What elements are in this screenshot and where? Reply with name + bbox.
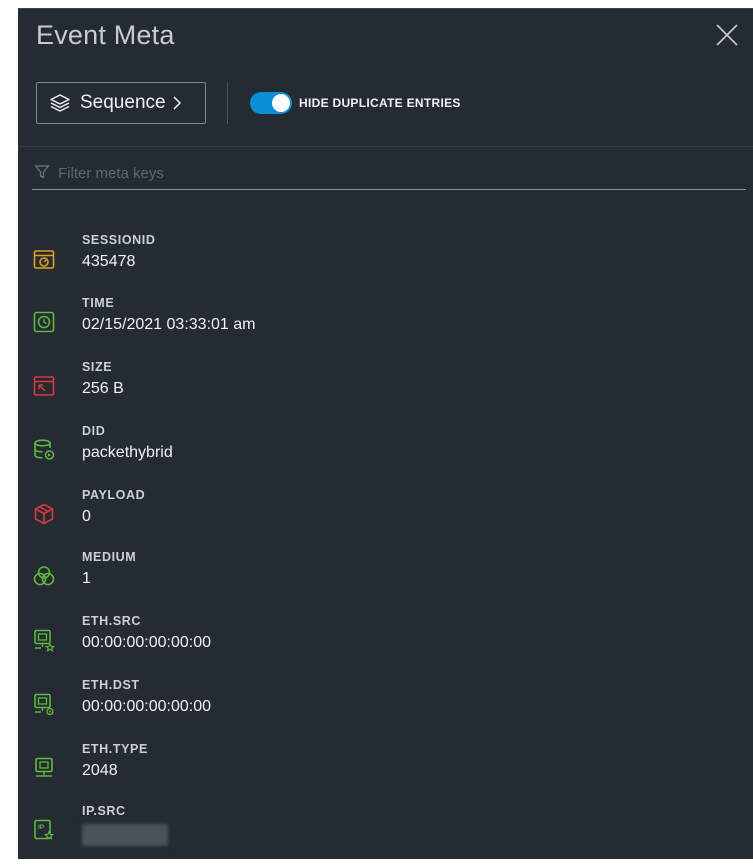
ip-source-icon: IP xyxy=(34,819,55,840)
meta-item-size[interactable]: SIZE 256 B xyxy=(18,360,753,420)
meta-value-redacted xyxy=(82,824,168,846)
meta-key: SESSIONID xyxy=(82,233,156,247)
meta-item-sessionid[interactable]: SESSIONID 435478 xyxy=(18,233,753,293)
meta-key: IP.SRC xyxy=(82,804,126,818)
meta-value: 00:00:00:00:00:00 xyxy=(82,698,212,715)
meta-item-time[interactable]: TIME 02/15/2021 03:33:01 am xyxy=(18,296,753,356)
event-meta-panel: Event Meta Sequence HIDE DUPLICATE ENTRI… xyxy=(18,8,753,859)
meta-key: TIME xyxy=(82,296,115,310)
meta-key: MEDIUM xyxy=(82,550,137,564)
svg-text:IP: IP xyxy=(38,824,45,831)
meta-item-ip-src[interactable]: IP IP.SRC xyxy=(18,804,753,864)
meta-list: SESSIONID 435478 TIME 02/15/2021 03:33:0… xyxy=(18,8,753,859)
meta-value: 02/15/2021 03:33:01 am xyxy=(82,316,256,333)
meta-value: 256 B xyxy=(82,380,124,397)
meta-value: packethybrid xyxy=(82,444,173,461)
meta-key: ETH.DST xyxy=(82,678,140,692)
meta-item-medium[interactable]: MEDIUM 1 xyxy=(18,550,753,610)
ethernet-source-icon xyxy=(34,629,56,652)
meta-value: 00:00:00:00:00:00 xyxy=(82,634,212,651)
meta-value: 435478 xyxy=(82,253,136,270)
meta-value: 2048 xyxy=(82,762,118,779)
meta-value: 0 xyxy=(82,508,91,525)
meta-value: 1 xyxy=(82,570,91,587)
meta-key: ETH.TYPE xyxy=(82,742,148,756)
meta-item-eth-dst[interactable]: ETH.DST 00:00:00:00:00:00 xyxy=(18,678,753,738)
meta-item-payload[interactable]: PAYLOAD 0 xyxy=(18,488,753,548)
meta-item-eth-src[interactable]: ETH.SRC 00:00:00:00:00:00 xyxy=(18,614,753,674)
clock-icon xyxy=(33,311,55,333)
meta-key: DID xyxy=(82,424,106,438)
session-id-icon xyxy=(33,250,55,269)
meta-key: PAYLOAD xyxy=(82,488,146,502)
meta-item-did[interactable]: DID packethybrid xyxy=(18,424,753,484)
cube-icon xyxy=(34,503,54,525)
venn-icon xyxy=(33,566,55,586)
meta-key: SIZE xyxy=(82,360,113,374)
meta-item-eth-type[interactable]: ETH.TYPE 2048 xyxy=(18,742,753,802)
meta-key: ETH.SRC xyxy=(82,614,142,628)
ethernet-type-icon xyxy=(35,757,53,777)
ethernet-destination-icon xyxy=(34,693,54,716)
size-icon xyxy=(33,376,55,396)
database-icon xyxy=(34,439,55,460)
